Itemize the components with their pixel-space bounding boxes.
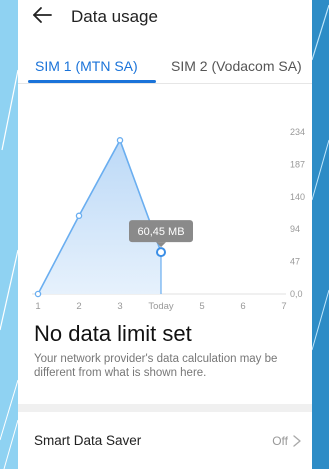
data-point: [156, 247, 166, 258]
phone-screen: Data usage SIM 1 (MTN SA) SIM 2 (Vodacom…: [18, 0, 312, 469]
y-tick-label: 140: [290, 192, 305, 202]
app-header: Data usage: [18, 0, 312, 34]
sim-tabs: SIM 1 (MTN SA) SIM 2 (Vodacom SA): [18, 52, 312, 84]
smart-data-saver-value: Off: [272, 434, 288, 448]
y-tick-label: 47: [290, 257, 300, 267]
data-usage-chart: 0,0 47 94 140 187 234 60,45 MB 1 2 3 Today 5 6 7: [32, 127, 305, 312]
x-tick-label: 7: [281, 301, 286, 312]
value-tooltip-text: 60,45 MB: [137, 226, 184, 238]
y-tick-label: 187: [290, 159, 305, 169]
chevron-right-icon: [293, 435, 301, 447]
y-tick-label: 234: [290, 127, 305, 137]
usage-area: [38, 140, 161, 294]
y-tick-label: 94: [290, 224, 300, 234]
x-tick-label: 1: [35, 301, 40, 312]
y-tick-label: 0,0: [290, 289, 303, 299]
data-point: [75, 212, 83, 220]
tab-sim-2[interactable]: SIM 2 (Vodacom SA): [171, 58, 302, 74]
tab-divider: [18, 83, 312, 84]
data-point: [34, 290, 42, 298]
x-tick-label: 6: [240, 301, 245, 312]
x-tick-label: 5: [199, 301, 204, 312]
x-tick-label: 3: [117, 301, 122, 312]
data-limit-description: Your network provider's data calculation…: [34, 353, 278, 379]
page-title: Data usage: [71, 7, 158, 26]
tab-sim-1[interactable]: SIM 1 (MTN SA): [35, 58, 138, 74]
data-limit-title: No data limit set: [34, 321, 192, 346]
section-separator: [18, 404, 312, 412]
data-point: [116, 137, 124, 144]
back-arrow-icon[interactable]: [31, 4, 53, 26]
smart-data-saver-label: Smart Data Saver: [34, 433, 142, 448]
x-tick-label: Today: [148, 301, 174, 312]
x-tick-label: 2: [76, 301, 81, 312]
smart-data-saver-row[interactable]: Smart Data Saver Off: [18, 412, 312, 469]
